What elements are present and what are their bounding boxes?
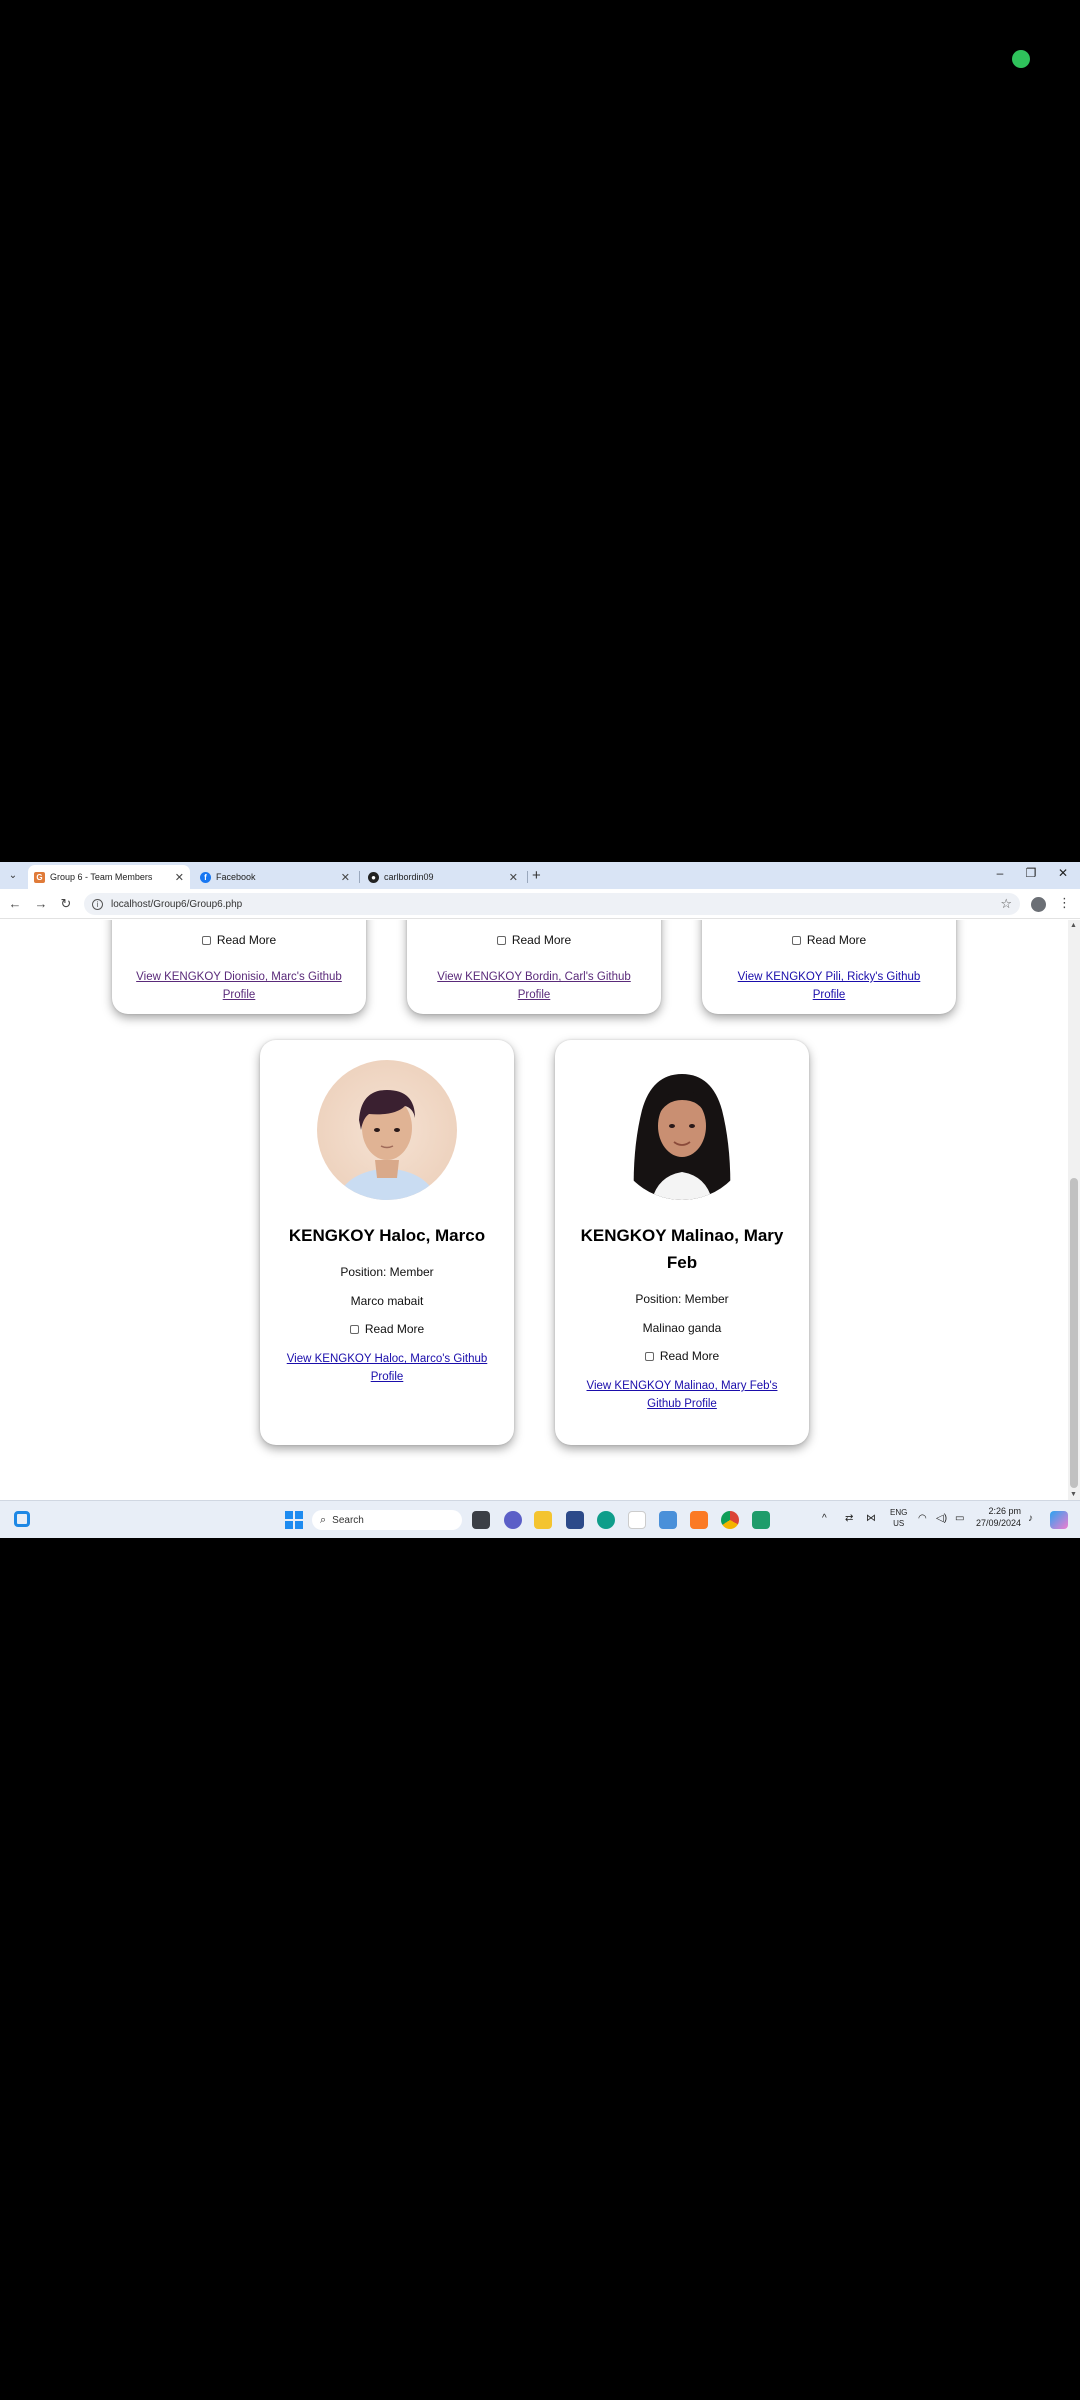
browser-menu-kebab-icon[interactable]: ⋮ [1058,895,1071,911]
copilot-icon[interactable] [1050,1511,1068,1529]
read-more-toggle[interactable]: Read More [112,933,366,947]
tray-app-icon[interactable]: ⋈ [866,1513,876,1524]
page-scrollbar[interactable]: ▲ ▼ [1068,920,1080,1500]
chrome-icon[interactable] [721,1511,739,1529]
close-tab-icon[interactable]: ✕ [341,871,350,884]
browser-tab-strip: ⌄ G Group 6 - Team Members ✕ f Facebook … [0,862,1080,889]
github-profile-link[interactable]: View KENGKOY Bordin, Carl's Github Profi… [429,968,639,1004]
bookmark-star-icon[interactable]: ☆ [1000,896,1012,912]
notepad-icon[interactable] [628,1511,646,1529]
member-name: KENGKOY Malinao, Mary Feb [580,1226,784,1272]
member-description: Malinao ganda [642,1321,722,1335]
search-icon: ⌕ [320,1513,327,1526]
read-more-toggle[interactable]: Read More [555,1349,809,1363]
tab-separator [527,871,528,883]
read-more-toggle[interactable]: Read More [260,1322,514,1336]
scrollbar-thumb[interactable] [1070,1178,1078,1488]
tab-group6-team-members[interactable]: G Group 6 - Team Members ✕ [28,865,190,889]
teams-icon[interactable] [504,1511,522,1529]
read-more-toggle[interactable]: Read More [702,933,956,947]
notification-bell-icon[interactable]: ♪ [1028,1513,1033,1524]
task-view-icon[interactable] [472,1511,490,1529]
recording-indicator-icon [1012,50,1030,68]
github-icon: ● [368,871,379,883]
read-more-checkbox[interactable] [496,935,506,945]
address-bar[interactable]: i localhost/Group6/Group6.php ☆ [84,893,1020,915]
vscode-icon[interactable] [752,1511,770,1529]
system-clock[interactable]: 2:26 pm 27/09/2024 [976,1505,1021,1529]
read-more-checkbox[interactable] [791,935,801,945]
tray-app-icon[interactable]: ⇄ [845,1513,853,1524]
taskbar-search[interactable]: ⌕ Search [312,1510,462,1530]
member-name: KENGKOY Haloc, Marco [288,1226,486,1245]
store-icon[interactable] [566,1511,584,1529]
member-card-pili: Read More View KENGKOY Pili, Ricky's Git… [702,920,956,1014]
widgets-icon[interactable] [14,1511,30,1527]
close-window-icon[interactable]: ✕ [1048,866,1078,880]
monitor-screen: ⌄ G Group 6 - Team Members ✕ f Facebook … [0,862,1080,1538]
reload-icon[interactable]: ↻ [57,896,75,912]
github-profile-link[interactable]: View KENGKOY Pili, Ricky's Github Profil… [724,968,934,1004]
read-more-checkbox[interactable] [644,1351,654,1361]
back-arrow-icon[interactable]: ← [6,896,24,912]
scroll-down-arrow-icon[interactable]: ▼ [1070,1491,1077,1498]
windows-start-icon[interactable] [285,1511,303,1529]
member-description: Marco mabait [350,1294,424,1308]
language-indicator[interactable]: ENG US [890,1507,907,1529]
close-tab-icon[interactable]: ✕ [175,871,184,884]
person-photo-icon [337,1090,437,1200]
restore-window-icon[interactable]: ❐ [1016,866,1046,880]
member-card-dionisio: Read More View KENGKOY Dionisio, Marc's … [112,920,366,1014]
github-profile-link[interactable]: View KENGKOY Malinao, Mary Feb's Github … [577,1377,787,1413]
browser-toolbar: ← → ↻ i localhost/Group6/Group6.php ☆ ⋮ [0,889,1080,919]
github-profile-link[interactable]: View KENGKOY Dionisio, Marc's Github Pro… [134,968,344,1004]
forward-arrow-icon[interactable]: → [32,896,50,912]
scroll-up-arrow-icon[interactable]: ▲ [1070,922,1077,929]
person-photo-icon [633,1074,731,1200]
windows-taskbar: ⌕ Search ^ ⇄ ⋈ ENG US ◠ ◁) ▭ 2:26 pm 27/… [0,1500,1080,1538]
volume-icon[interactable]: ◁) [936,1513,947,1524]
tray-overflow-chevron-icon[interactable]: ^ [822,1513,827,1524]
member-position: Position: Member [635,1292,729,1306]
member-card-haloc: KENGKOY Haloc, Marco Position: Member Ma… [260,1040,514,1445]
site-favicon-icon: G [34,871,45,883]
member-photo-mary [612,1060,752,1200]
battery-icon[interactable]: ▭ [955,1513,964,1524]
new-tab-plus-icon[interactable]: + [532,867,541,884]
github-profile-link[interactable]: View KENGKOY Haloc, Marco's Github Profi… [282,1350,492,1386]
read-more-checkbox[interactable] [201,935,211,945]
read-more-toggle[interactable]: Read More [407,933,661,947]
member-card-malinao: KENGKOY Malinao, Mary Feb Position: Memb… [555,1040,809,1445]
tab-search-chevron-icon[interactable]: ⌄ [4,867,22,885]
wifi-icon[interactable]: ◠ [918,1513,927,1524]
file-explorer-icon[interactable] [534,1511,552,1529]
member-position: Position: Member [340,1265,434,1279]
tab-github[interactable]: ● carlbordin09 ✕ [362,865,524,889]
tab-separator [359,871,360,883]
site-info-icon[interactable]: i [92,898,103,910]
tab-facebook[interactable]: f Facebook ✕ [194,865,356,889]
member-card-bordin: Read More View KENGKOY Bordin, Carl's Gi… [407,920,661,1014]
onedrive-icon[interactable] [659,1511,677,1529]
address-bar-url: localhost/Group6/Group6.php [111,898,243,910]
close-tab-icon[interactable]: ✕ [509,871,518,884]
minimize-window-icon[interactable]: – [985,866,1015,880]
edge-icon[interactable] [597,1511,615,1529]
profile-avatar-icon[interactable] [1031,897,1046,912]
facebook-icon: f [200,871,211,883]
xampp-icon[interactable] [690,1511,708,1529]
read-more-checkbox[interactable] [349,1324,359,1334]
member-photo-marco [317,1060,457,1200]
page-viewport: Read More View KENGKOY Dionisio, Marc's … [0,920,1068,1500]
